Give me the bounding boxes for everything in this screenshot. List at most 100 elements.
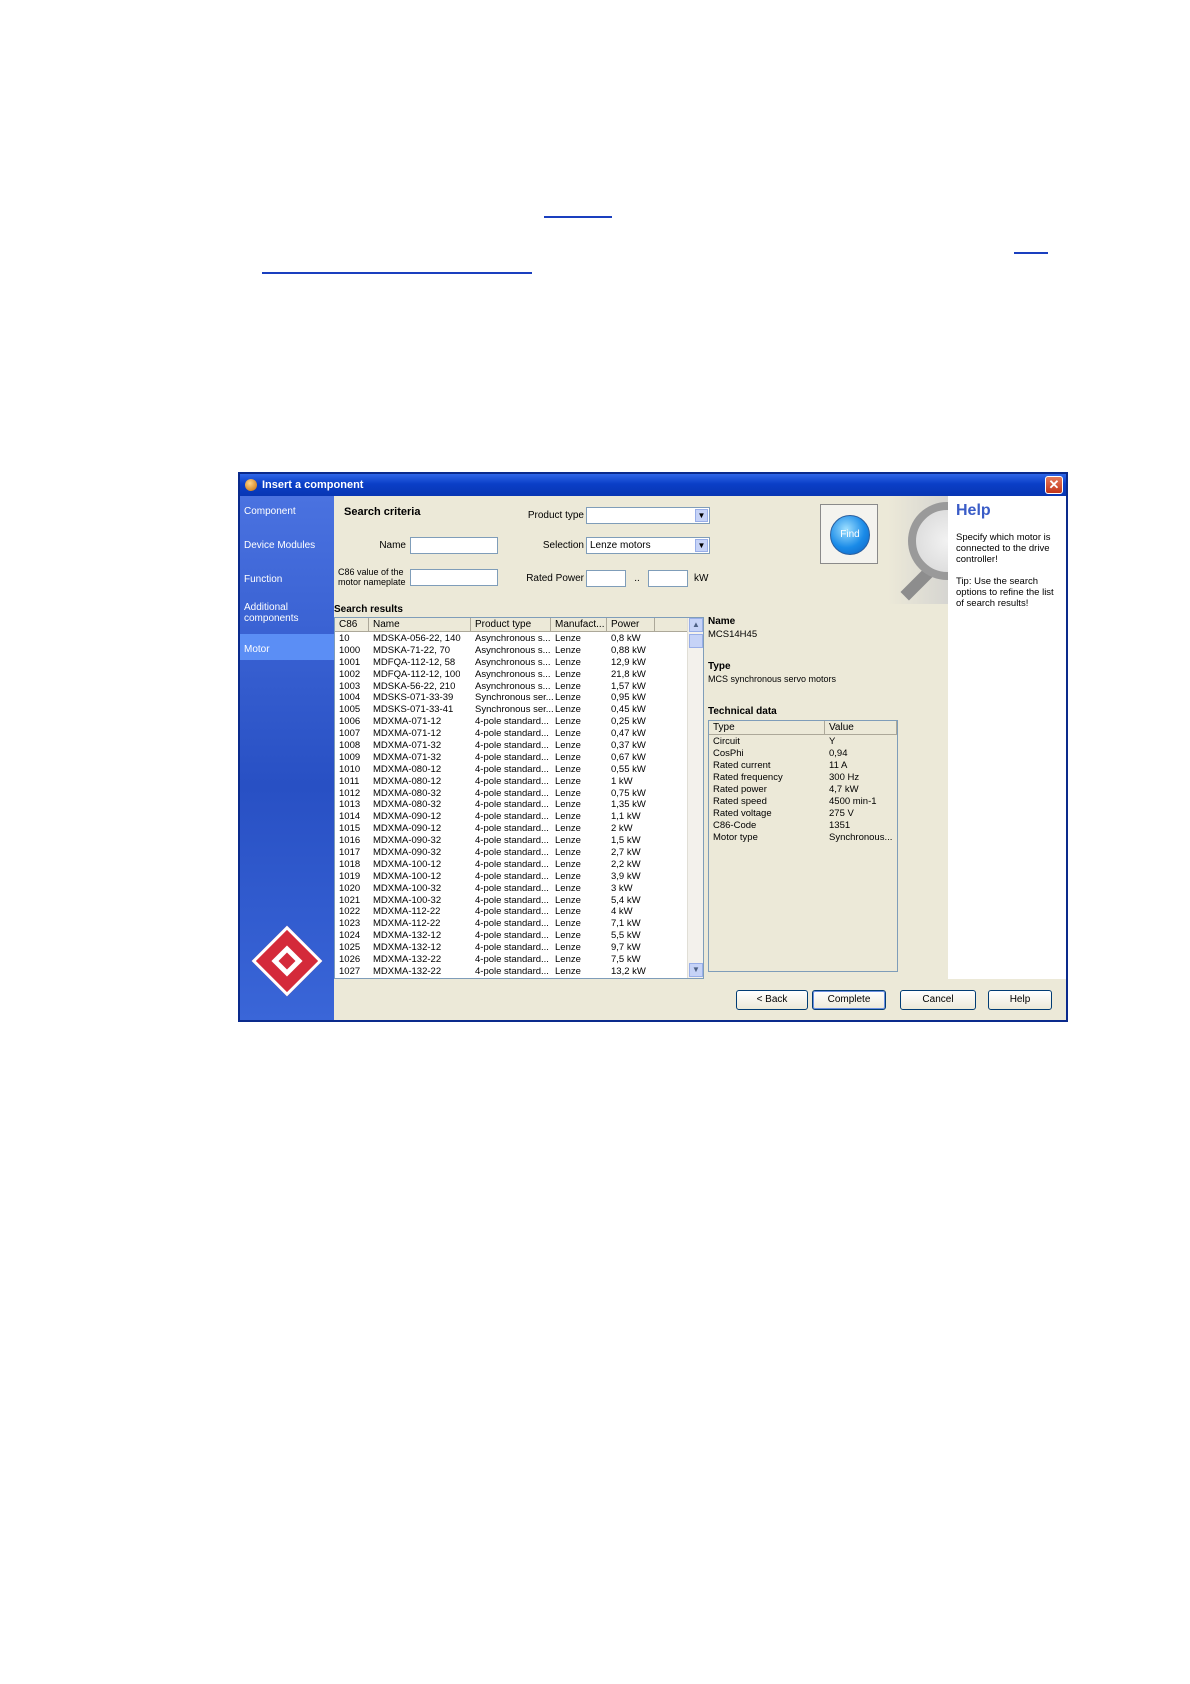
tech-row[interactable]: C86-Code 1351 bbox=[709, 820, 897, 832]
tech-row-value: 275 V bbox=[829, 808, 854, 819]
table-row[interactable]: 1012 MDXMA-080-32 4-pole standard... Lenze 0… bbox=[335, 788, 687, 800]
tech-column-value[interactable]: Value bbox=[825, 721, 897, 735]
table-row[interactable]: 1005 MDSKS-071-33-41 Synchronous ser... Len… bbox=[335, 704, 687, 716]
results-scrollbar[interactable]: ▲ ▼ bbox=[687, 618, 703, 978]
document-link-underline[interactable] bbox=[1014, 252, 1048, 254]
table-cell: 1,5 kW bbox=[611, 835, 641, 847]
search-criteria-title: Search criteria bbox=[344, 506, 421, 518]
find-button-frame: Find bbox=[820, 504, 878, 564]
table-row[interactable]: 1020 MDXMA-100-32 4-pole standard... Lenze 3… bbox=[335, 883, 687, 895]
table-cell: MDXMA-090-12 bbox=[373, 811, 442, 823]
tech-column-type[interactable]: Type bbox=[709, 721, 825, 735]
tech-row-type: Motor type bbox=[713, 832, 758, 843]
detail-name-value: MCS14H45 bbox=[708, 629, 758, 640]
tech-row-value: 0,94 bbox=[829, 748, 848, 759]
back-button[interactable]: < Back bbox=[736, 990, 808, 1010]
table-cell: Lenze bbox=[555, 882, 581, 894]
selection-select[interactable]: Lenze motors ▼ bbox=[586, 537, 710, 554]
sidebar-item-motor[interactable]: Motor bbox=[240, 634, 334, 660]
table-row[interactable]: 1018 MDXMA-100-12 4-pole standard... Lenze 2… bbox=[335, 859, 687, 871]
product-type-label: Product type bbox=[527, 510, 584, 521]
c86-input[interactable] bbox=[410, 569, 498, 586]
scroll-down-icon[interactable]: ▼ bbox=[689, 963, 703, 977]
tech-row[interactable]: CosPhi 0,94 bbox=[709, 748, 897, 760]
column-header-power[interactable]: Power bbox=[607, 618, 655, 632]
table-row[interactable]: 1027 MDXMA-132-22 4-pole standard... Lenze 1… bbox=[335, 966, 687, 978]
tech-row[interactable]: Rated voltage 275 V bbox=[709, 808, 897, 820]
rated-power-min-input[interactable] bbox=[586, 570, 626, 587]
column-header-c86[interactable]: C86 bbox=[335, 618, 369, 632]
table-cell: 12,9 kW bbox=[611, 656, 646, 668]
table-row[interactable]: 1011 MDXMA-080-12 4-pole standard... Lenze 1… bbox=[335, 776, 687, 788]
column-header-manufacturer[interactable]: Manufact... bbox=[551, 618, 607, 632]
table-row[interactable]: 1014 MDXMA-090-12 4-pole standard... Lenze 1… bbox=[335, 811, 687, 823]
table-cell: MDSKS-071-33-39 bbox=[373, 692, 454, 704]
find-button[interactable]: Find bbox=[830, 515, 870, 555]
table-cell: 7,5 kW bbox=[611, 954, 641, 966]
column-header-name[interactable]: Name bbox=[369, 618, 471, 632]
table-row[interactable]: 1019 MDXMA-100-12 4-pole standard... Lenze 3… bbox=[335, 871, 687, 883]
table-row[interactable]: 1004 MDSKS-071-33-39 Synchronous ser... Len… bbox=[335, 692, 687, 704]
title-bar[interactable]: Insert a component ✕ bbox=[240, 474, 1066, 496]
table-row[interactable]: 10 MDSKA-056-22, 140 Asynchronous s... Lenz… bbox=[335, 633, 687, 645]
tech-row[interactable]: Rated current 11 A bbox=[709, 760, 897, 772]
table-row[interactable]: 1015 MDXMA-090-12 4-pole standard... Lenze 2… bbox=[335, 823, 687, 835]
scroll-thumb[interactable] bbox=[689, 634, 703, 648]
document-link-underline[interactable] bbox=[544, 216, 612, 218]
table-cell: MDXMA-071-12 bbox=[373, 716, 442, 728]
scroll-up-icon[interactable]: ▲ bbox=[689, 618, 703, 632]
table-row[interactable]: 1000 MDSKA-71-22, 70 Asynchronous s... Lenz… bbox=[335, 645, 687, 657]
table-row[interactable]: 1007 MDXMA-071-12 4-pole standard... Lenze 0… bbox=[335, 728, 687, 740]
table-cell: 1017 bbox=[339, 847, 361, 859]
table-row[interactable]: 1006 MDXMA-071-12 4-pole standard... Lenze 0… bbox=[335, 716, 687, 728]
sidebar-item-additional-components[interactable]: Additional components bbox=[244, 602, 332, 624]
table-row[interactable]: 1010 MDXMA-080-12 4-pole standard... Lenze 0… bbox=[335, 764, 687, 776]
table-row[interactable]: 1022 MDXMA-112-22 4-pole standard... Lenze 4… bbox=[335, 906, 687, 918]
table-row[interactable]: 1013 MDXMA-080-32 4-pole standard... Lenze 1… bbox=[335, 799, 687, 811]
table-row[interactable]: 1021 MDXMA-100-32 4-pole standard... Lenze 5… bbox=[335, 895, 687, 907]
tech-row[interactable]: Rated frequency 300 Hz bbox=[709, 772, 897, 784]
table-cell: 1019 bbox=[339, 870, 361, 882]
chevron-down-icon[interactable]: ▼ bbox=[695, 509, 708, 522]
close-button[interactable]: ✕ bbox=[1045, 476, 1063, 494]
column-header-product-type[interactable]: Product type bbox=[471, 618, 551, 632]
cancel-button[interactable]: Cancel bbox=[900, 990, 976, 1010]
help-button[interactable]: Help bbox=[988, 990, 1052, 1010]
table-row[interactable]: 1017 MDXMA-090-32 4-pole standard... Lenze 2… bbox=[335, 847, 687, 859]
table-row[interactable]: 1026 MDXMA-132-22 4-pole standard... Lenze 7… bbox=[335, 954, 687, 966]
tech-row-value: 11 A bbox=[829, 760, 848, 771]
table-cell: 3 kW bbox=[611, 882, 633, 894]
table-row[interactable]: 1016 MDXMA-090-32 4-pole standard... Lenze 1… bbox=[335, 835, 687, 847]
table-row[interactable]: 1025 MDXMA-132-12 4-pole standard... Lenze 9… bbox=[335, 942, 687, 954]
sidebar-item-component[interactable]: Component bbox=[244, 506, 332, 517]
tech-row[interactable]: Circuit Y bbox=[709, 736, 897, 748]
tech-row[interactable]: Motor type Synchronous... bbox=[709, 832, 897, 844]
results-header: C86 Name Product type Manufact... Power bbox=[335, 618, 687, 632]
rated-power-max-input[interactable] bbox=[648, 570, 688, 587]
table-row[interactable]: 1023 MDXMA-112-22 4-pole standard... Lenze 7… bbox=[335, 918, 687, 930]
tech-row[interactable]: Rated power 4,7 kW bbox=[709, 784, 897, 796]
table-cell: 0,67 kW bbox=[611, 751, 646, 763]
table-row[interactable]: 1001 MDFQA-112-12, 58 Asynchronous s... Len… bbox=[335, 657, 687, 669]
chevron-down-icon[interactable]: ▼ bbox=[695, 539, 708, 552]
table-cell: MDXMA-071-12 bbox=[373, 728, 442, 740]
tech-row-type: Rated power bbox=[713, 784, 767, 795]
insert-component-dialog: Insert a component ✕ Component Device Mo… bbox=[238, 472, 1068, 1022]
table-row[interactable]: 1009 MDXMA-071-32 4-pole standard... Lenze 0… bbox=[335, 752, 687, 764]
table-row[interactable]: 1003 MDSKA-56-22, 210 Asynchronous s... Len… bbox=[335, 681, 687, 693]
table-cell: MDXMA-090-32 bbox=[373, 835, 442, 847]
table-cell: Lenze bbox=[555, 656, 581, 668]
tech-row[interactable]: Rated speed 4500 min-1 bbox=[709, 796, 897, 808]
sidebar-item-device-modules[interactable]: Device Modules bbox=[244, 540, 332, 551]
table-row[interactable]: 1008 MDXMA-071-32 4-pole standard... Lenze 0… bbox=[335, 740, 687, 752]
sidebar-item-function[interactable]: Function bbox=[244, 574, 332, 585]
table-row[interactable]: 1024 MDXMA-132-12 4-pole standard... Lenze 5… bbox=[335, 930, 687, 942]
results-rows: 10 MDSKA-056-22, 140 Asynchronous s... Lenz… bbox=[335, 633, 687, 978]
table-cell: 1000 bbox=[339, 644, 361, 656]
product-type-select[interactable]: ▼ bbox=[586, 507, 710, 524]
complete-button[interactable]: Complete bbox=[812, 990, 886, 1010]
name-input[interactable] bbox=[410, 537, 498, 554]
document-link-underline[interactable] bbox=[262, 272, 532, 274]
table-row[interactable]: 1002 MDFQA-112-12, 100 Asynchronous s... Le… bbox=[335, 669, 687, 681]
table-cell: MDXMA-112-22 bbox=[373, 906, 441, 918]
